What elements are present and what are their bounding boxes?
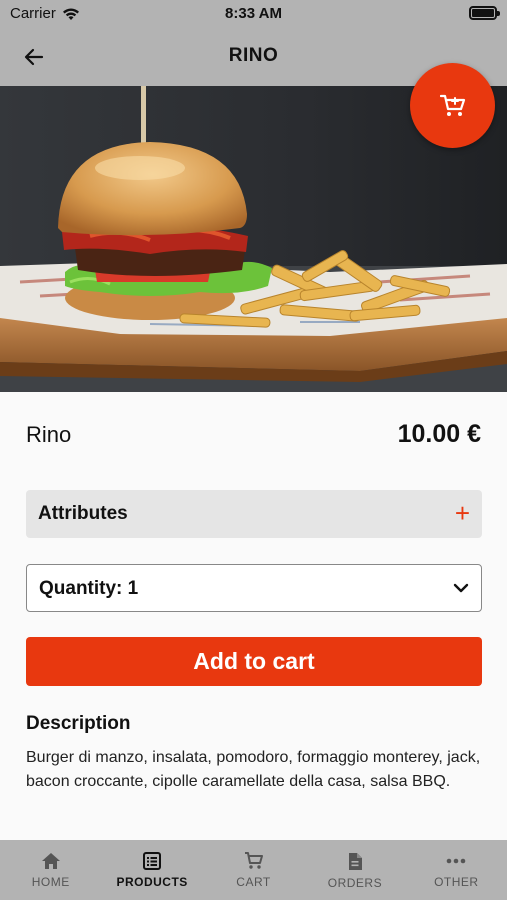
tab-orders[interactable]: ORDERS	[304, 840, 405, 900]
list-icon	[143, 852, 162, 870]
attributes-label: Attributes	[38, 503, 128, 524]
product-name: Rino	[26, 422, 72, 447]
chevron-down-icon	[453, 583, 469, 593]
cart-icon	[439, 94, 465, 116]
cart-button[interactable]	[410, 63, 495, 148]
quantity-label: Quantity: 1	[39, 578, 139, 599]
tab-label: OTHER	[434, 875, 479, 889]
attributes-expander[interactable]: Attributes +	[26, 490, 482, 538]
tab-label: HOME	[31, 875, 70, 889]
quantity-select[interactable]: Quantity: 1	[26, 564, 482, 612]
tab-label: PRODUCTS	[116, 875, 188, 889]
description-title: Description	[26, 713, 131, 734]
tab-home[interactable]: HOME	[0, 840, 101, 900]
plus-icon: +	[454, 498, 470, 528]
home-icon	[41, 853, 60, 869]
document-icon	[348, 853, 362, 870]
battery-icon	[469, 6, 500, 20]
bottom-tab-bar: HOME PRODUCTS CART ORDERS OTHER	[0, 840, 507, 900]
more-icon	[447, 858, 466, 864]
tab-label: CART	[236, 875, 271, 889]
description-text: Burger di manzo, insalata, pomodoro, for…	[26, 749, 481, 790]
add-to-cart-button[interactable]: Add to cart	[26, 637, 482, 686]
tab-cart[interactable]: CART	[203, 840, 304, 900]
cart-icon	[244, 852, 263, 869]
tab-label: ORDERS	[327, 876, 383, 890]
status-time: 8:33 AM	[225, 5, 282, 22]
tab-products[interactable]: PRODUCTS	[101, 840, 202, 900]
product-price: 10.00 €	[397, 420, 481, 448]
page-title: RINO	[228, 45, 279, 66]
tab-other[interactable]: OTHER	[406, 840, 507, 900]
status-bar: Carrier 8:33 AM	[0, 0, 507, 28]
